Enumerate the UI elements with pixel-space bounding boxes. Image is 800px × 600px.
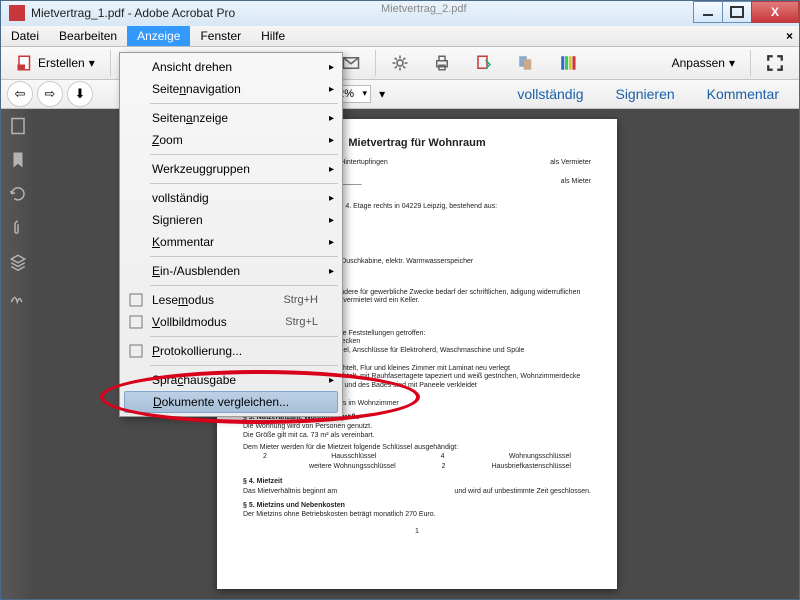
panel-vollstaendig[interactable]: vollständig — [503, 80, 597, 108]
mail-icon — [342, 54, 360, 72]
menu-anzeige[interactable]: Anzeige — [127, 26, 190, 46]
background-tab[interactable]: Mietvertrag_2.pdf — [381, 3, 467, 15]
app-icon — [9, 5, 25, 21]
undo-icon[interactable] — [9, 185, 27, 203]
window-title: Mietvertrag_1.pdf - Adobe Acrobat Pro — [31, 6, 235, 20]
gear-button[interactable] — [382, 49, 418, 77]
bookmarks-icon[interactable] — [9, 151, 27, 169]
menubar-close-doc[interactable]: × — [786, 29, 793, 43]
create-label: Erstellen — [38, 56, 85, 70]
dropdown-caret-icon: ▾ — [729, 56, 735, 70]
menu-item[interactable]: Kommentar — [122, 231, 340, 253]
attachments-icon[interactable] — [9, 219, 27, 237]
page-number: 1 — [243, 528, 591, 537]
thumbnails-icon[interactable] — [9, 117, 27, 135]
menu-separator — [150, 103, 338, 104]
menu-hilfe[interactable]: Hilfe — [251, 26, 295, 46]
menu-item[interactable]: Signieren — [122, 209, 340, 231]
layers-icon[interactable] — [9, 253, 27, 271]
dropdown-caret-icon: ▾ — [89, 56, 95, 70]
create-pdf-icon — [16, 54, 34, 72]
toolbar-sep — [750, 50, 751, 76]
gear-icon — [391, 54, 409, 72]
menu-item[interactable]: Zoom — [122, 129, 340, 151]
menu-shortcut: Strg+L — [285, 316, 318, 328]
window-buttons: X — [694, 1, 799, 23]
nav-sidebar — [1, 109, 35, 599]
export-button[interactable] — [466, 49, 502, 77]
combine-button[interactable] — [508, 49, 544, 77]
menubar: Datei Bearbeiten Anzeige Fenster Hilfe × — [1, 26, 799, 47]
menu-datei[interactable]: Datei — [1, 26, 49, 46]
color-button[interactable] — [550, 49, 586, 77]
read-icon — [128, 292, 144, 308]
print-icon — [433, 54, 451, 72]
menu-item[interactable]: Seitennavigation — [122, 78, 340, 100]
menu-separator — [150, 183, 338, 184]
panel-signieren[interactable]: Signieren — [601, 80, 688, 108]
menu-item[interactable]: Dokumente vergleichen... — [124, 391, 338, 413]
panel-kommentar[interactable]: Kommentar — [693, 80, 793, 108]
page-down-button[interactable]: ⬇ — [67, 81, 93, 107]
export-icon — [475, 54, 493, 72]
toolbar-sep — [110, 50, 111, 76]
combine-icon — [517, 54, 535, 72]
menu-item[interactable]: Protokollierung... — [122, 340, 340, 362]
close-button[interactable]: X — [751, 1, 799, 23]
menu-separator — [150, 365, 338, 366]
toolbar-caret-icon[interactable]: ▾ — [379, 87, 385, 101]
menu-separator — [150, 256, 338, 257]
menu-bearbeiten[interactable]: Bearbeiten — [49, 26, 127, 46]
menu-item[interactable]: Sprachausgabe — [122, 369, 340, 391]
menu-separator — [150, 285, 338, 286]
full-icon — [128, 314, 144, 330]
create-button[interactable]: Erstellen ▾ — [7, 49, 104, 77]
toolbar-sep — [375, 50, 376, 76]
menu-separator — [150, 336, 338, 337]
menu-separator — [150, 154, 338, 155]
fullscreen-icon — [766, 54, 784, 72]
customize-label: Anpassen — [672, 56, 725, 70]
print-button[interactable] — [424, 49, 460, 77]
menu-item[interactable]: Werkzeuggruppen — [122, 158, 340, 180]
menu-item[interactable]: vollständig — [122, 187, 340, 209]
nav-prev-button[interactable]: ⇦ — [7, 81, 33, 107]
log-icon — [128, 343, 144, 359]
maximize-button[interactable] — [722, 1, 752, 23]
fullscreen-button[interactable] — [757, 49, 793, 77]
menu-item[interactable]: Ein-/Ausblenden — [122, 260, 340, 282]
menu-item[interactable]: Ansicht drehen — [122, 56, 340, 78]
menu-item[interactable]: LesemodusStrg+H — [122, 289, 340, 311]
signatures-icon[interactable] — [9, 287, 27, 305]
menu-item[interactable]: Seitenanzeige — [122, 107, 340, 129]
menu-fenster[interactable]: Fenster — [190, 26, 251, 46]
minimize-button[interactable] — [693, 1, 723, 23]
nav-next-button[interactable]: ⇨ — [37, 81, 63, 107]
customize-button[interactable]: Anpassen ▾ — [663, 49, 744, 77]
titlebar[interactable]: Mietvertrag_1.pdf - Adobe Acrobat Pro Mi… — [1, 1, 799, 26]
anzeige-menu: Ansicht drehenSeitennavigation Seitenanze… — [119, 52, 343, 417]
menu-item[interactable]: VollbildmodusStrg+L — [122, 311, 340, 333]
color-bars-icon — [559, 54, 577, 72]
menu-shortcut: Strg+H — [283, 294, 318, 306]
